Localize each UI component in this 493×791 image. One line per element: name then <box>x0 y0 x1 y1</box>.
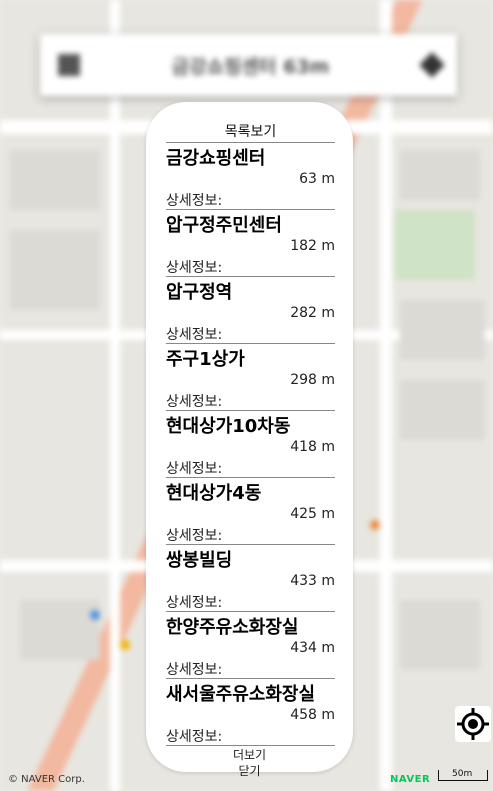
detail-label[interactable]: 상세정보: <box>166 190 222 210</box>
place-distance: 434 m <box>290 640 335 656</box>
place-distance: 458 m <box>290 707 335 723</box>
place-distance: 63 m <box>299 171 335 187</box>
place-distance: 425 m <box>290 506 335 522</box>
list-item[interactable]: 압구정주민센터 182 m 상세정보: <box>166 210 335 277</box>
detail-label[interactable]: 상세정보: <box>166 525 222 545</box>
my-location-icon[interactable] <box>455 706 491 742</box>
detail-label[interactable]: 상세정보: <box>166 458 222 478</box>
list-item[interactable]: 새서울주유소화장실 458 m 상세정보: <box>166 679 335 746</box>
detail-label[interactable]: 상세정보: <box>166 391 222 411</box>
detail-label[interactable]: 상세정보: <box>166 324 222 344</box>
list-item[interactable]: 현대상가10차동 418 m 상세정보: <box>166 411 335 478</box>
list-item[interactable]: 한양주유소화장실 434 m 상세정보: <box>166 612 335 679</box>
list-item[interactable]: 압구정역 282 m 상세정보: <box>166 277 335 344</box>
place-distance: 182 m <box>290 238 335 254</box>
detail-label[interactable]: 상세정보: <box>166 659 222 679</box>
place-name: 금강쇼핑센터 <box>166 148 266 169</box>
place-name: 한양주유소화장실 <box>166 617 299 638</box>
place-name: 새서울주유소화장실 <box>166 684 316 705</box>
close-button[interactable]: 닫기 <box>146 763 353 779</box>
place-name: 쌍봉빌딩 <box>166 550 233 571</box>
place-name: 주구1상가 <box>166 349 245 370</box>
place-list: 금강쇼핑센터 63 m 상세정보: 압구정주민센터 182 m 상세정보: 압구… <box>166 143 335 746</box>
place-distance: 433 m <box>290 573 335 589</box>
list-item[interactable]: 쌍봉빌딩 433 m 상세정보: <box>166 545 335 612</box>
list-item[interactable]: 금강쇼핑센터 63 m 상세정보: <box>166 143 335 210</box>
detail-label[interactable]: 상세정보: <box>166 592 222 612</box>
top-bar-title: 금강쇼핑센터 63m <box>171 55 330 78</box>
panel-footer: 더보기 닫기 <box>146 747 353 779</box>
place-name: 현대상가10차동 <box>166 416 291 437</box>
naver-logo: NAVER <box>390 774 431 785</box>
map-scale-label: 50m <box>452 769 473 779</box>
place-name: 압구정주민센터 <box>166 215 282 236</box>
place-distance: 418 m <box>290 439 335 455</box>
list-header: 목록보기 <box>166 123 335 143</box>
detail-label[interactable]: 상세정보: <box>166 257 222 277</box>
more-button[interactable]: 더보기 <box>146 747 353 763</box>
place-name: 압구정역 <box>166 282 233 303</box>
place-name: 현대상가4동 <box>166 483 262 504</box>
place-distance: 282 m <box>290 305 335 321</box>
place-distance: 298 m <box>290 372 335 388</box>
place-list-panel: 목록보기 금강쇼핑센터 63 m 상세정보: 압구정주민센터 182 m 상세정… <box>146 102 353 778</box>
copyright-text: © NAVER Corp. <box>8 774 85 785</box>
list-item[interactable]: 현대상가4동 425 m 상세정보: <box>166 478 335 545</box>
menu-icon[interactable] <box>58 54 80 76</box>
top-search-bar: 금강쇼핑센터 63m <box>40 34 457 96</box>
detail-label[interactable]: 상세정보: <box>166 726 222 746</box>
navigation-icon[interactable] <box>421 54 443 76</box>
list-item[interactable]: 주구1상가 298 m 상세정보: <box>166 344 335 411</box>
